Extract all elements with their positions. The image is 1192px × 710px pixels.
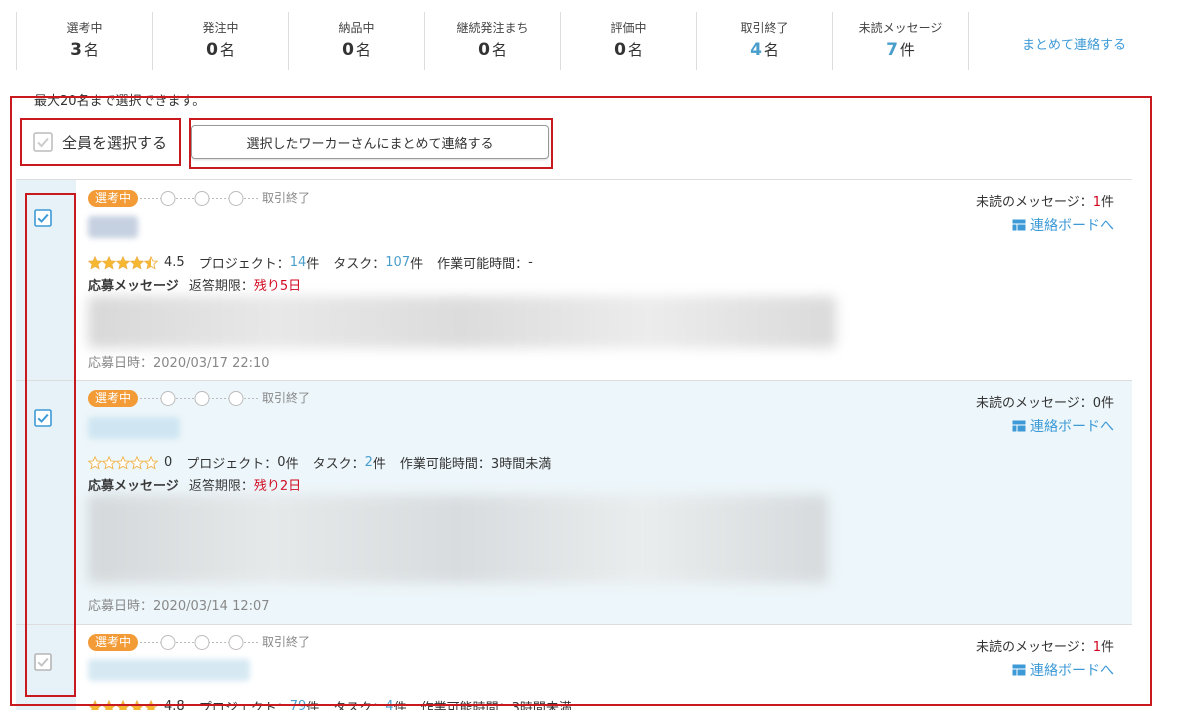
stat-unit: 名 bbox=[627, 41, 643, 59]
stat-screening[interactable]: 選考中 3名 bbox=[16, 12, 153, 70]
stat-evaluating[interactable]: 評価中 0名 bbox=[561, 12, 697, 70]
stat-label: 選考中 bbox=[66, 21, 103, 35]
annotation-frame-selection-area bbox=[10, 96, 1152, 706]
stat-count: 0 bbox=[342, 40, 354, 60]
stat-count: 0 bbox=[614, 40, 626, 60]
stat-count: 4 bbox=[750, 40, 762, 60]
stat-label: 取引終了 bbox=[740, 21, 789, 35]
stat-closed[interactable]: 取引終了 4名 bbox=[697, 12, 833, 70]
stat-unit: 名 bbox=[219, 41, 235, 59]
stat-unread-messages[interactable]: 未読メッセージ 7件 bbox=[833, 12, 969, 70]
bulk-contact-link[interactable]: まとめて連絡する bbox=[1022, 34, 1126, 53]
stat-ordering[interactable]: 発注中 0名 bbox=[153, 12, 289, 70]
annotation-frame-select-all bbox=[20, 118, 181, 166]
annotation-frame-checkboxes bbox=[25, 193, 76, 697]
stat-count: 0 bbox=[206, 40, 218, 60]
stat-unit: 名 bbox=[763, 41, 779, 59]
stat-label: 評価中 bbox=[610, 21, 647, 35]
stat-count: 3 bbox=[70, 40, 82, 60]
stat-awaiting-reorder[interactable]: 継続発注まち 0名 bbox=[425, 12, 561, 70]
annotation-frame-bulk-button bbox=[189, 118, 553, 169]
stat-delivering[interactable]: 納品中 0名 bbox=[289, 12, 425, 70]
stat-count: 7 bbox=[886, 40, 898, 60]
stat-label: 発注中 bbox=[202, 21, 239, 35]
status-summary-bar: 選考中 3名 発注中 0名 納品中 0名 継続発注まち 0名 評価中 0名 取引… bbox=[16, 12, 969, 70]
stat-unit: 名 bbox=[491, 41, 507, 59]
stat-label: 継続発注まち bbox=[456, 21, 529, 35]
stat-unit: 名 bbox=[355, 41, 371, 59]
stat-unit: 件 bbox=[899, 41, 915, 59]
stat-label: 未読メッセージ bbox=[858, 21, 943, 35]
stat-count: 0 bbox=[478, 40, 490, 60]
stat-unit: 名 bbox=[83, 41, 99, 59]
stat-label: 納品中 bbox=[338, 21, 375, 35]
